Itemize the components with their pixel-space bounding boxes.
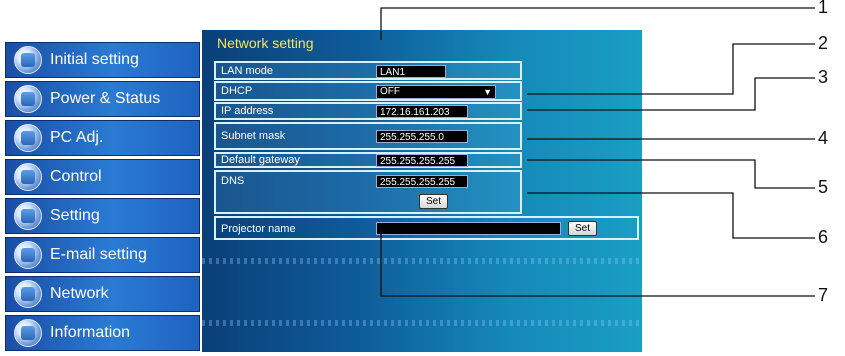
lan-mode-label: LAN mode — [221, 65, 273, 77]
callout-number: 1 — [818, 0, 829, 17]
network-icon — [14, 280, 42, 308]
callout-number: 7 — [818, 285, 829, 305]
dns-field[interactable]: 255.255.255.255 — [376, 175, 468, 188]
set-button[interactable]: Set — [419, 194, 449, 209]
email-icon — [14, 241, 42, 269]
dhcp-select[interactable]: OFF ▼ — [376, 85, 496, 99]
power-status-icon — [14, 85, 42, 113]
lan-mode-value: LAN1 — [376, 65, 446, 78]
nav-item-information[interactable]: Information — [5, 315, 200, 351]
callout-number: 6 — [818, 227, 829, 247]
nav-item-label: Setting — [50, 207, 100, 224]
nav-item-power-status[interactable]: Power & Status — [5, 81, 200, 117]
nav-item-network[interactable]: Network — [5, 276, 200, 312]
nav-item-label: Information — [50, 324, 131, 341]
callout-number: 3 — [818, 67, 829, 87]
callout-number: 4 — [818, 128, 829, 148]
ip-address-label: IP address — [221, 105, 274, 117]
nav-item-label: Power & Status — [50, 90, 161, 107]
projector-name-label: Projector name — [221, 223, 296, 235]
nav-item-email-setting[interactable]: E-mail setting — [5, 237, 200, 273]
control-icon — [14, 163, 42, 191]
nav-item-control[interactable]: Control — [5, 159, 200, 195]
sidebar-nav: Initial setting Power & Status PC Adj. C… — [5, 42, 200, 352]
subnet-mask-field[interactable]: 255.255.255.0 — [376, 130, 468, 143]
network-setting-panel: Network setting LAN mode LAN1 DHCP OFF ▼… — [202, 30, 642, 352]
nav-item-pc-adj[interactable]: PC Adj. — [5, 120, 200, 156]
ip-address-row: IP address 172.16.161.203 — [214, 102, 522, 120]
information-icon — [14, 319, 42, 347]
dns-label: DNS — [221, 175, 245, 187]
default-gateway-row: Default gateway 255.255.255.255 — [214, 152, 522, 168]
nav-item-initial-setting[interactable]: Initial setting — [5, 42, 200, 78]
initial-setting-icon — [14, 46, 42, 74]
dhcp-selected-value: OFF — [380, 86, 400, 97]
projector-name-row: Projector name Set — [214, 216, 639, 240]
nav-item-label: Initial setting — [50, 51, 139, 68]
nav-item-label: E-mail setting — [50, 246, 147, 263]
subnet-mask-row: Subnet mask 255.255.255.0 — [214, 122, 522, 150]
callout-number: 2 — [818, 33, 829, 53]
nav-item-label: PC Adj. — [50, 129, 104, 146]
pc-adjust-icon — [14, 124, 42, 152]
callout-number: 5 — [818, 177, 829, 197]
chevron-down-icon: ▼ — [483, 87, 492, 97]
nav-item-setting[interactable]: Setting — [5, 198, 200, 234]
setting-icon — [14, 202, 42, 230]
lan-mode-row: LAN mode LAN1 — [214, 61, 522, 80]
nav-item-label: Network — [50, 285, 109, 302]
dhcp-label: DHCP — [221, 85, 253, 97]
dns-row: DNS 255.255.255.255 Set — [214, 170, 522, 214]
projector-name-set-button[interactable]: Set — [568, 221, 598, 236]
projector-name-field[interactable] — [376, 222, 561, 235]
default-gateway-label: Default gateway — [221, 154, 300, 166]
default-gateway-field[interactable]: 255.255.255.255 — [376, 154, 468, 167]
decorative-dots — [202, 320, 642, 326]
nav-item-label: Control — [50, 168, 102, 185]
dhcp-row: DHCP OFF ▼ — [214, 81, 522, 101]
ip-address-field[interactable]: 172.16.161.203 — [376, 105, 468, 118]
decorative-dots — [202, 258, 642, 264]
panel-title: Network setting — [217, 35, 314, 51]
subnet-mask-label: Subnet mask — [221, 130, 286, 142]
